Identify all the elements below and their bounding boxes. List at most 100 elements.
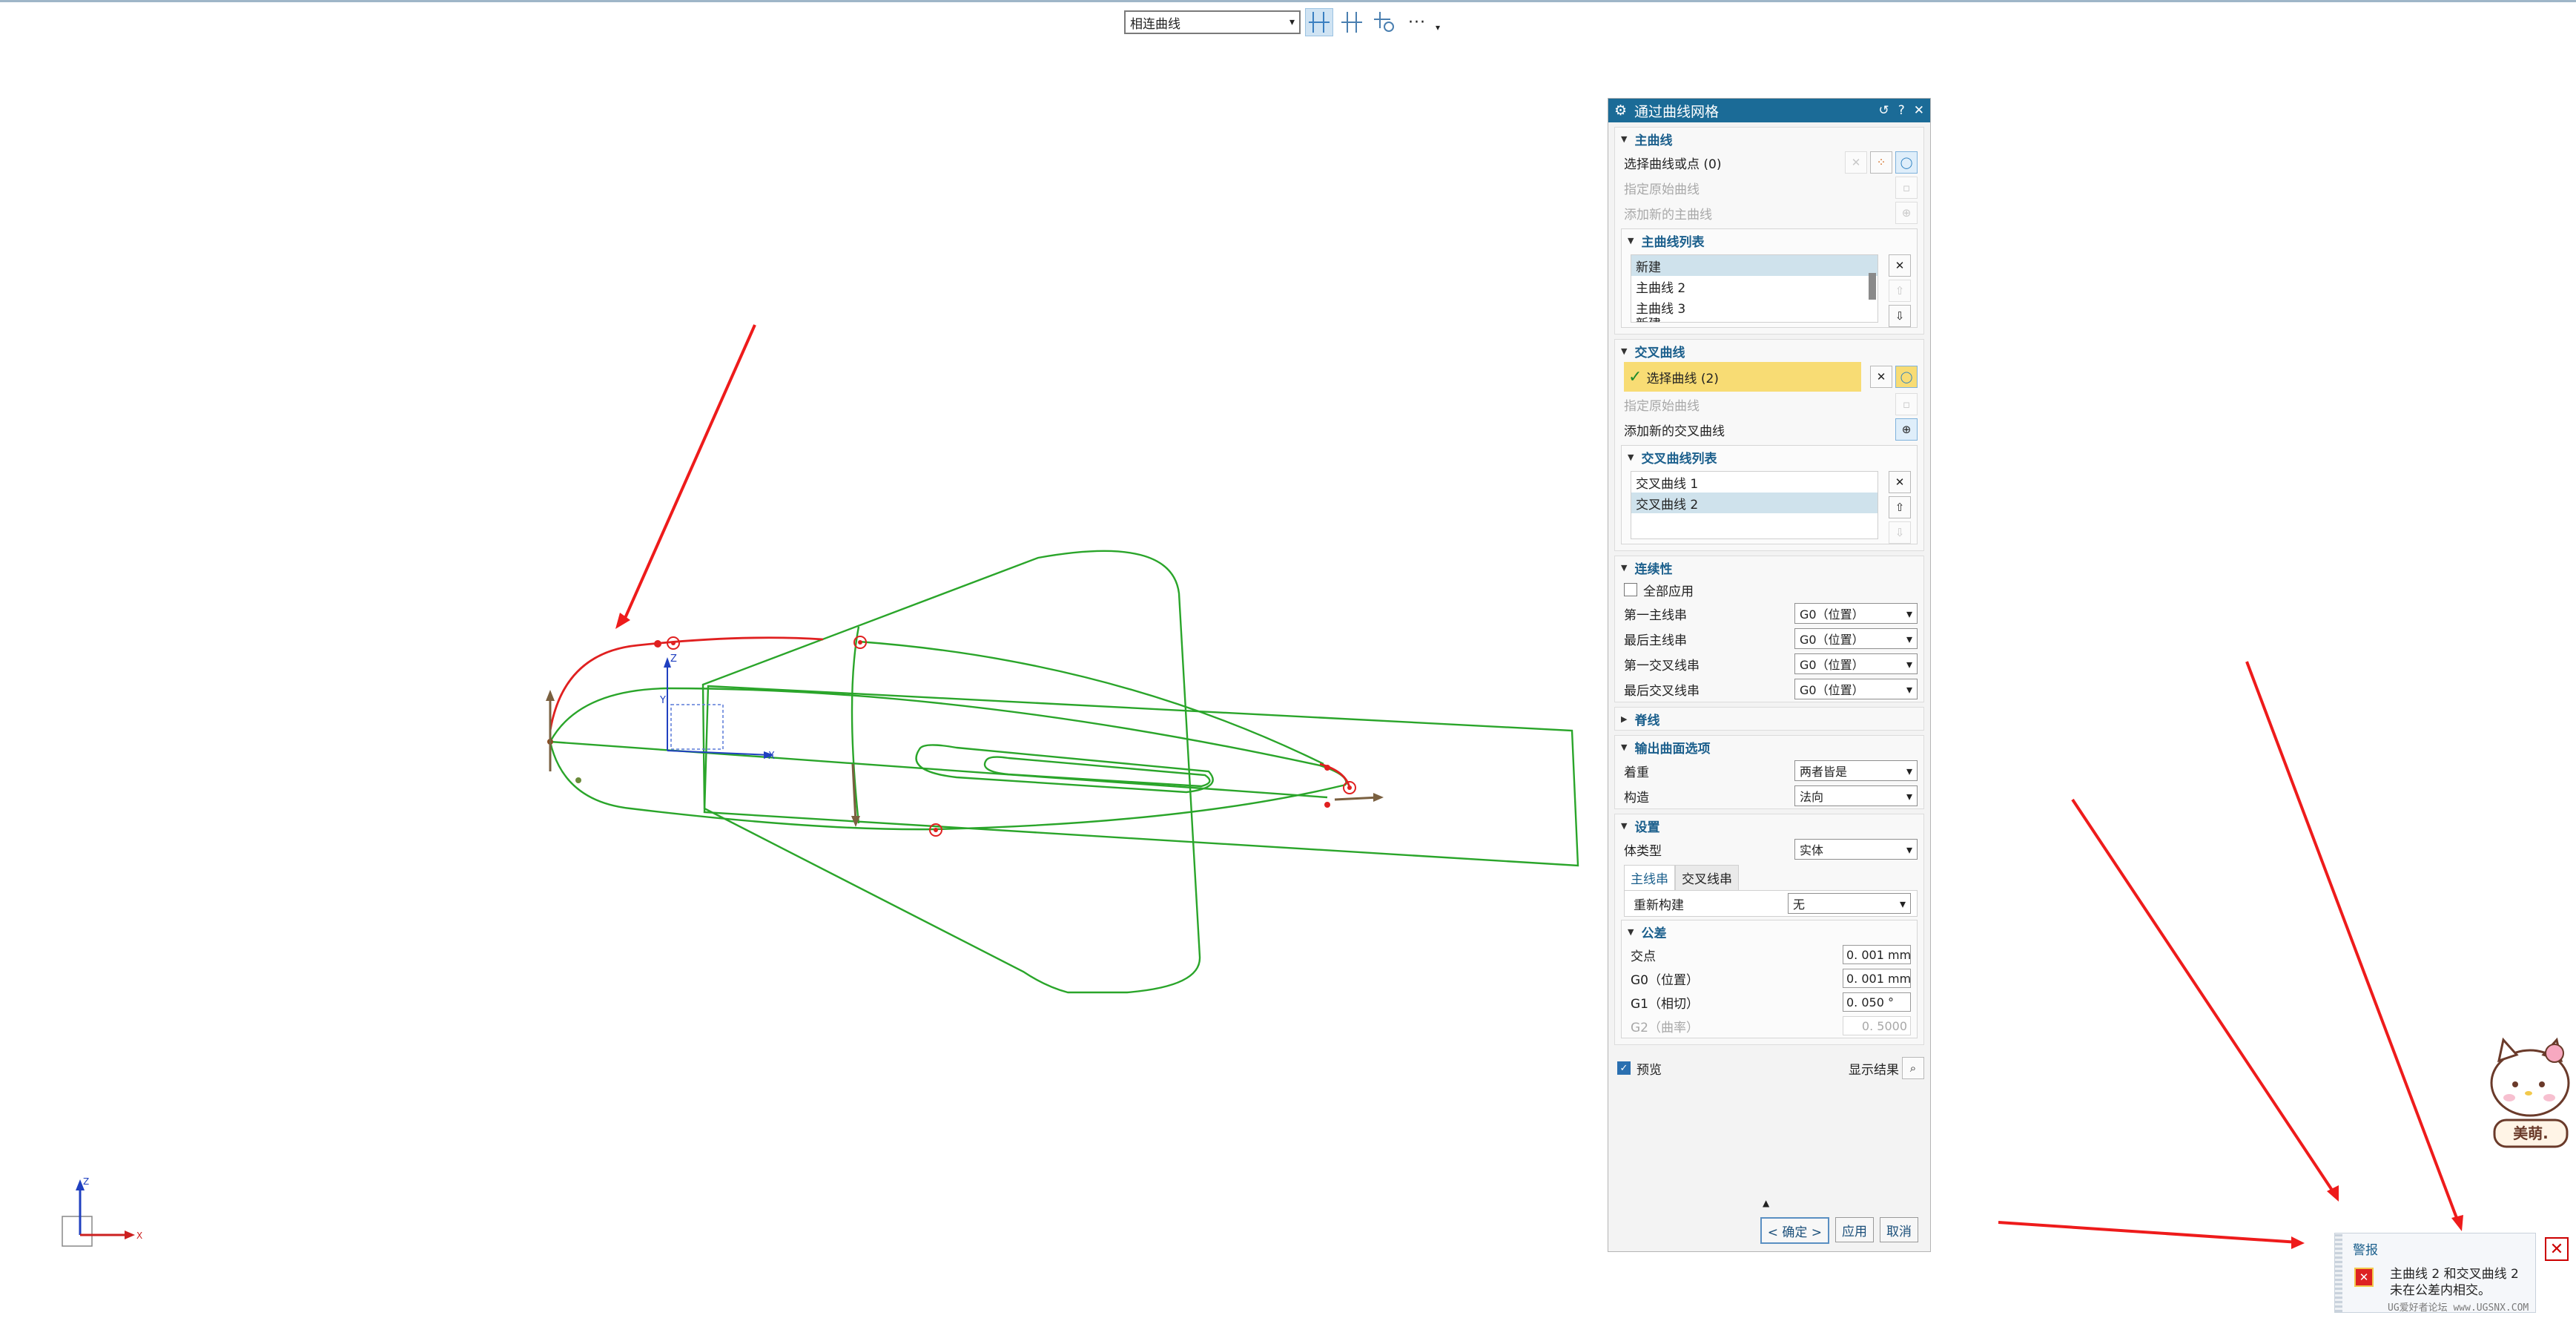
continuity-dropdown[interactable]: G0（位置） ▾ (1794, 603, 1918, 624)
continuity-dropdown[interactable]: G0（位置） ▾ (1794, 679, 1918, 699)
rebuild-row: 重新构建 无 ▾ (1624, 890, 1918, 917)
tolerance-input[interactable]: 0. 050 ° (1843, 992, 1911, 1012)
error-icon: ✕ (2354, 1268, 2374, 1287)
curve-point-marker (654, 640, 661, 648)
point-dialog-icon[interactable]: ⁘ (1870, 151, 1892, 174)
through-curve-mesh-dialog: ⚙ 通过曲线网格 ↺ ? ✕ ▼ 主曲线 选择曲线或点 (0) ✕ ⁘ ◯ 指定原… (1608, 98, 1931, 1252)
tolerance-row: G1（相切） 0. 050 ° (1622, 990, 1917, 1014)
expand-arrow-icon[interactable]: ▲ (1763, 1198, 1769, 1208)
select-cross-label: 选择曲线 (2) (1646, 371, 1719, 386)
list-item[interactable]: 新建 (1631, 317, 1877, 322)
tolerance-input: 0. 5000 (1843, 1016, 1911, 1035)
continuity-dropdown[interactable]: G0（位置） ▾ (1794, 653, 1918, 674)
apply-button[interactable]: 应用 (1835, 1217, 1874, 1242)
close-icon[interactable]: ✕ (1914, 103, 1924, 118)
move-down-icon[interactable]: ⇩ (1889, 305, 1911, 327)
primary-curve-red (549, 636, 824, 731)
settings-group: ▼ 设置 体类型 实体 ▾ 主线串 交叉线串 重新构建 无 ▾ ▼ 公差 交点 0. 0… (1614, 814, 1924, 1045)
continuity-dropdown[interactable]: G0（位置） ▾ (1794, 628, 1918, 649)
primary-curves-header[interactable]: ▼ 主曲线 (1615, 128, 1923, 150)
cancel-button[interactable]: 取消 (1880, 1217, 1918, 1242)
tab-primary-string[interactable]: 主线串 (1624, 865, 1675, 890)
list-item[interactable]: 交叉曲线 1 (1631, 472, 1877, 493)
remove-icon[interactable]: ✕ (1889, 471, 1911, 493)
tail-plane-curve (703, 685, 1579, 867)
settings-header[interactable]: ▼ 设置 (1615, 814, 1923, 837)
checkmark-icon: ✓ (1628, 367, 1642, 386)
select-primary-row[interactable]: 选择曲线或点 (0) ✕ ⁘ ◯ (1615, 150, 1923, 175)
output-options-header[interactable]: ▼ 输出曲面选项 (1615, 736, 1923, 758)
rebuild-dropdown[interactable]: 无 ▾ (1788, 893, 1911, 914)
mid-direction-vector (851, 763, 857, 823)
view-triad-cube (62, 1216, 93, 1247)
cross-curve-list[interactable]: 交叉曲线 1 交叉曲线 2 (1631, 471, 1878, 539)
construction-dropdown[interactable]: 法向 ▾ (1794, 785, 1918, 806)
curve-select-icon[interactable]: ◯ (1895, 366, 1918, 388)
wcs-y-label: Y (659, 695, 666, 706)
body-type-dropdown[interactable]: 实体 ▾ (1794, 839, 1918, 860)
reset-icon[interactable]: ↺ (1878, 103, 1889, 118)
curve-select-icon[interactable]: ◯ (1895, 151, 1918, 174)
move-down-icon: ⇩ (1889, 521, 1911, 544)
emphasis-row: 着重 两者皆是 ▾ (1615, 758, 1923, 783)
magnifier-icon[interactable]: ⌕ (1902, 1057, 1924, 1079)
specify-origin-row: 指定原始曲线 ▫ (1615, 392, 1923, 417)
tolerance-input[interactable]: 0. 001 mm (1843, 969, 1911, 988)
list-item[interactable]: 交叉曲线 2 (1631, 493, 1877, 513)
select-cross-row[interactable]: ✓ 选择曲线 (2) (1624, 362, 1861, 392)
primary-list-header[interactable]: ▼ 主曲线列表 (1622, 229, 1917, 251)
ok-button[interactable]: < 确定 > (1760, 1217, 1829, 1244)
body-type-row: 体类型 实体 ▾ (1615, 837, 1923, 862)
primary-curves-group: ▼ 主曲线 选择曲线或点 (0) ✕ ⁘ ◯ 指定原始曲线 ▫ 添加新的主曲线 ⊕… (1614, 127, 1924, 335)
continuity-group: ▼ 连续性 全部应用 第一主线串 G0（位置） ▾ 最后主线串 G0（位置） ▾ 第一… (1614, 556, 1924, 702)
mascot-sticker: 美萌. (2490, 1037, 2570, 1148)
tab-cross-string[interactable]: 交叉线串 (1675, 865, 1739, 890)
tolerance-row: 交点 0. 001 mm (1622, 943, 1917, 966)
select-primary-label: 选择曲线或点 (0) (1624, 157, 1722, 172)
continuity-header[interactable]: ▼ 连续性 (1615, 556, 1923, 579)
construction-row: 构造 法向 ▾ (1615, 783, 1923, 808)
deselect-icon[interactable]: ✕ (1870, 366, 1892, 388)
tolerance-group: ▼ 公差 交点 0. 001 mm G0（位置） 0. 001 mm G1（相切）… (1621, 920, 1918, 1038)
continuity-row: 第一交叉线串 G0（位置） ▾ (1615, 651, 1923, 676)
move-up-icon[interactable]: ⇧ (1889, 496, 1911, 518)
window-top-border (0, 0, 2576, 2)
origin-curve-icon: ▫ (1895, 177, 1918, 199)
continuity-row: 最后交叉线串 G0（位置） ▾ (1615, 676, 1923, 702)
add-new-cross-row[interactable]: 添加新的交叉曲线 ⊕ (1615, 417, 1923, 442)
tolerance-row: G0（位置） 0. 001 mm (1622, 966, 1917, 990)
alert-grip[interactable] (2335, 1233, 2342, 1312)
apply-all-checkbox[interactable] (1624, 583, 1637, 596)
add-icon: ⊕ (1895, 202, 1918, 224)
cross-list-header[interactable]: ▼ 交叉曲线列表 (1622, 446, 1917, 468)
spine-group: ▶ 脊线 (1614, 707, 1924, 731)
settings-tabs: 主线串 交叉线串 (1624, 865, 1918, 890)
list-item[interactable]: 主曲线 3 (1631, 297, 1877, 317)
continuity-row: 第一主线串 G0（位置） ▾ (1615, 601, 1923, 626)
help-icon[interactable]: ? (1898, 103, 1905, 118)
tolerance-input[interactable]: 0. 001 mm (1843, 945, 1911, 964)
add-new-primary-row: 添加新的主曲线 ⊕ (1615, 200, 1923, 225)
gear-icon[interactable]: ⚙ (1614, 102, 1627, 119)
apply-all-row[interactable]: 全部应用 (1615, 579, 1923, 601)
annotation-arrow-nose (621, 324, 756, 624)
dialog-footer: < 确定 > 应用 取消 (1760, 1217, 1918, 1244)
remove-icon[interactable]: ✕ (1889, 254, 1911, 277)
tolerance-header[interactable]: ▼ 公差 (1622, 920, 1917, 943)
deselect-icon[interactable]: ✕ (1845, 151, 1867, 174)
view-triad-x-label: X (136, 1231, 142, 1241)
preview-checkbox[interactable]: ✓ (1617, 1061, 1631, 1075)
emphasis-dropdown[interactable]: 两者皆是 ▾ (1794, 760, 1918, 781)
list-item[interactable]: 主曲线 2 (1631, 276, 1877, 297)
list-item[interactable]: 新建 (1631, 255, 1877, 276)
primary-curve-list[interactable]: 新建 主曲线 2 主曲线 3 新建 (1631, 254, 1878, 323)
collapse-triangle-icon: ▼ (1621, 134, 1628, 144)
list-scrollbar[interactable] (1869, 273, 1876, 300)
graphics-viewport[interactable]: X Z Y Z X (0, 30, 1602, 1318)
wcs-x-label: X (768, 751, 775, 762)
cross-curves-header[interactable]: ▼ 交叉曲线 (1615, 340, 1923, 362)
tolerance-row: G2（曲率） 0. 5000 (1622, 1014, 1917, 1038)
add-icon[interactable]: ⊕ (1895, 418, 1918, 441)
spine-header[interactable]: ▶ 脊线 (1615, 708, 1923, 730)
alert-close-icon[interactable]: ✕ (2545, 1237, 2569, 1261)
